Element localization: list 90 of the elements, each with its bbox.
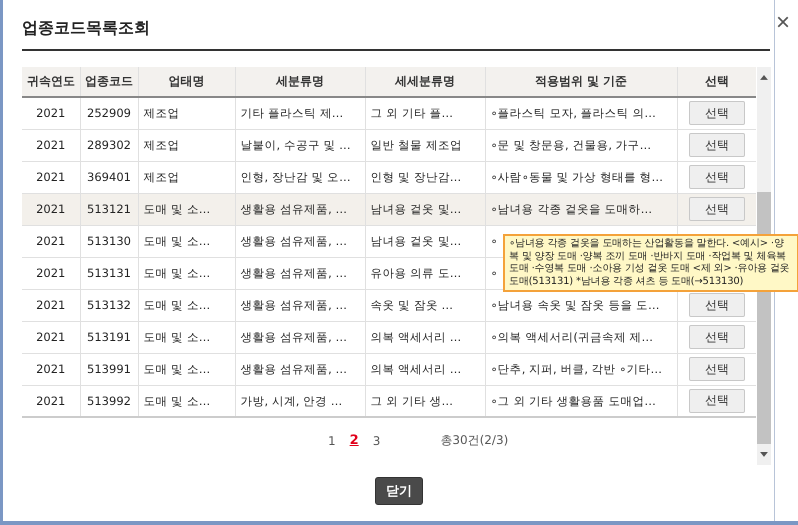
close-button[interactable]: ×: [776, 10, 790, 34]
table-row[interactable]: 2021 289302 제조업 날붙이, 수공구 및 … 일반 철물 제조업 ∘문 및 창문용, 건물용, 가구… 선택: [22, 129, 756, 161]
table-cell: 2021: [22, 225, 80, 257]
table-cell: 기타 플라스틱 제…: [235, 97, 365, 129]
table-cell: 남녀용 겉옷 및…: [365, 225, 485, 257]
table-cell: ∘그 외 기타 생활용품 도매업…: [485, 385, 677, 417]
table-cell: 513992: [80, 385, 138, 417]
column-header: 적용범위 및 기준: [485, 67, 677, 97]
table-cell: 가방, 시계, 안경 …: [235, 385, 365, 417]
table-cell: 제조업: [138, 97, 235, 129]
table-cell: 날붙이, 수공구 및 …: [235, 129, 365, 161]
page-link[interactable]: 3: [372, 434, 380, 448]
table-cell: 2021: [22, 385, 80, 417]
table-cell: 유아용 의류 도…: [365, 257, 485, 289]
table-cell: 513121: [80, 193, 138, 225]
table-cell: 513131: [80, 257, 138, 289]
total-count: 총30건(2/3): [440, 432, 508, 449]
table-cell: ∘문 및 창문용, 건물용, 가구…: [485, 129, 677, 161]
table-cell: 2021: [22, 193, 80, 225]
table-cell: 남녀용 겉옷 및…: [365, 193, 485, 225]
table-cell: 513132: [80, 289, 138, 321]
column-header: 세세분류명: [365, 67, 485, 97]
table-cell: ∘남녀용 각종 겉옷을 도매하…: [485, 193, 677, 225]
table-cell: 생활용 섬유제품, …: [235, 225, 365, 257]
select-button[interactable]: 선택: [688, 197, 745, 221]
table-row[interactable]: 2021 513992 도매 및 소… 가방, 시계, 안경 … 그 외 기타 생… ∘그 외 기타 생활용품 도매업… 선택: [22, 385, 756, 417]
table-cell: 생활용 섬유제품, …: [235, 193, 365, 225]
column-header: 업태명: [138, 67, 235, 97]
table-cell: 2021: [22, 257, 80, 289]
table-cell: 252909: [80, 97, 138, 129]
table-cell: 생활용 섬유제품, …: [235, 321, 365, 353]
dialog-title: 업종코드목록조회: [22, 18, 150, 39]
table-cell: 513130: [80, 225, 138, 257]
table-cell: 도매 및 소…: [138, 353, 235, 385]
table-cell: 제조업: [138, 129, 235, 161]
table-cell: 인형, 장난감 및 오…: [235, 161, 365, 193]
column-header: 세분류명: [235, 67, 365, 97]
table-cell: 도매 및 소…: [138, 321, 235, 353]
table-cell: 의복 액세서리 …: [365, 353, 485, 385]
close-dialog-button[interactable]: 닫기: [375, 477, 423, 505]
table-cell: 생활용 섬유제품, …: [235, 353, 365, 385]
table-row[interactable]: 2021 252909 제조업 기타 플라스틱 제… 그 외 기타 플… ∘플라스틱 모자, 플라스틱 의… 선택: [22, 97, 756, 129]
table-cell: 2021: [22, 353, 80, 385]
table-row[interactable]: 2021 513132 도매 및 소… 생활용 섬유제품, … 속옷 및 잠옷 … ∘남녀용 속옷 및 잠옷 등을 도… 선택: [22, 289, 756, 321]
table-cell: 2021: [22, 289, 80, 321]
select-button[interactable]: 선택: [688, 101, 745, 126]
table-cell: 도매 및 소…: [138, 193, 235, 225]
scroll-up-icon[interactable]: [760, 75, 768, 80]
table-cell: 2021: [22, 97, 80, 129]
page-link[interactable]: 2: [350, 433, 359, 448]
table-cell: 도매 및 소…: [138, 225, 235, 257]
select-button[interactable]: 선택: [688, 357, 745, 381]
table-row[interactable]: 2021 513191 도매 및 소… 생활용 섬유제품, … 의복 액세서리 … ∘의복 액세서리(귀금속제 제… 선택: [22, 321, 756, 353]
page-link[interactable]: 1: [328, 434, 336, 448]
table-row[interactable]: 2021 369401 제조업 인형, 장난감 및 오… 인형 및 장난감… ∘사람∘동물 및 가상 형태를 형… 선택: [22, 161, 756, 193]
table-cell: ∘사람∘동물 및 가상 형태를 형…: [485, 161, 677, 193]
table-cell: 289302: [80, 129, 138, 161]
table-cell: ∘의복 액세서리(귀금속제 제…: [485, 321, 677, 353]
column-header: 귀속연도: [22, 67, 80, 97]
scroll-down-icon[interactable]: [760, 452, 768, 457]
table-row[interactable]: 2021 513121 도매 및 소… 생활용 섬유제품, … 남녀용 겉옷 및… ∘남녀용 각종 겉옷을 도매하… 선택: [22, 193, 756, 225]
select-button[interactable]: 선택: [688, 325, 745, 349]
select-button[interactable]: 선택: [688, 133, 745, 157]
table-cell: 일반 철물 제조업: [365, 129, 485, 161]
table-cell: 2021: [22, 129, 80, 161]
table-cell: 2021: [22, 321, 80, 353]
table-cell: 도매 및 소…: [138, 257, 235, 289]
select-button[interactable]: 선택: [688, 293, 745, 317]
table-cell: 제조업: [138, 161, 235, 193]
table-cell: 속옷 및 잠옷 …: [365, 289, 485, 321]
select-button[interactable]: 선택: [688, 388, 745, 413]
table-cell: 그 외 기타 생…: [365, 385, 485, 417]
table-cell: ∘단추, 지퍼, 버클, 각반 ∘기타…: [485, 353, 677, 385]
column-header: 업종코드: [80, 67, 138, 97]
table-cell: ∘플라스틱 모자, 플라스틱 의…: [485, 97, 677, 129]
table-cell: 생활용 섬유제품, …: [235, 257, 365, 289]
table-cell: 생활용 섬유제품, …: [235, 289, 365, 321]
table-cell: 513991: [80, 353, 138, 385]
table-cell: 513191: [80, 321, 138, 353]
table-cell: 그 외 기타 플…: [365, 97, 485, 129]
column-header: 선택: [677, 67, 756, 97]
table-cell: 도매 및 소…: [138, 385, 235, 417]
table-cell: 도매 및 소…: [138, 289, 235, 321]
table-cell: 2021: [22, 161, 80, 193]
select-button[interactable]: 선택: [688, 165, 745, 189]
table-row[interactable]: 2021 513991 도매 및 소… 생활용 섬유제품, … 의복 액세서리 … ∘단추, 지퍼, 버클, 각반 ∘기타… 선택: [22, 353, 756, 385]
table-cell: 의복 액세서리 …: [365, 321, 485, 353]
tooltip: ∘남녀용 각종 겉옷을 도매하는 산업활동을 말한다. <예시> ·양복 및 양장 도매 ·양복 조끼 도매 ·반바지 도매 ·작업복 및 체육복 도매 ·수영복 도매 ·소아용 기성 겉옷 도매 <제 외> ·유아용 겉옷 도매(513131) *남녀용 각종 셔츠 등 도매(→513130): [503, 234, 798, 292]
table-cell: 인형 및 장난감…: [365, 161, 485, 193]
table-cell: 369401: [80, 161, 138, 193]
